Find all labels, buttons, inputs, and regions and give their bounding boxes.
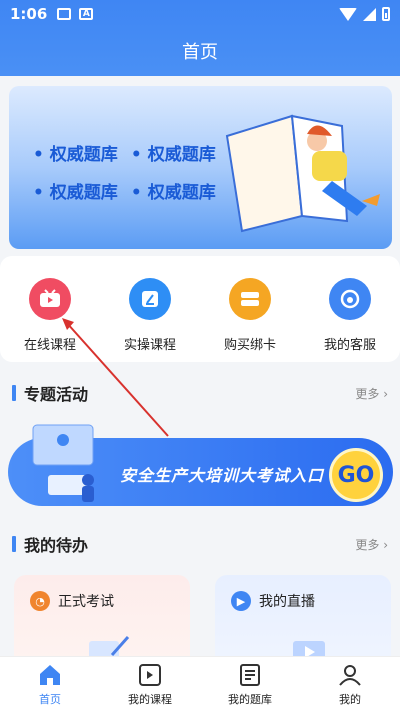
video-icon: ▶ <box>231 591 251 611</box>
nav-my-courses[interactable]: 我的课程 <box>100 657 200 711</box>
nav-home[interactable]: 首页 <box>0 657 100 711</box>
headset-icon <box>329 278 371 320</box>
promo-banner[interactable]: • 权威题库 • 权威题库 • 权威题库 • 权威题库 <box>9 86 392 249</box>
more-link[interactable]: 更多 › <box>355 385 388 402</box>
status-bar: 1:06 A <box>0 0 400 28</box>
signal-icon <box>363 7 376 21</box>
section-special: 专题活动 更多 › <box>0 376 400 410</box>
quick-buy-card[interactable]: 购买绑卡 <box>200 256 300 362</box>
section-todo: 我的待办 更多 › <box>0 527 400 561</box>
reading-person-illustration <box>225 114 380 233</box>
quick-label: 购买绑卡 <box>223 338 276 353</box>
nav-label: 我的题库 <box>228 693 272 706</box>
section-title: 我的待办 <box>24 536 89 555</box>
todo-label: 我的直播 <box>259 594 315 610</box>
wifi-icon <box>339 7 357 21</box>
stopwatch-icon: ◔ <box>30 591 50 611</box>
question-bank-icon <box>240 664 260 686</box>
more-label: 更多 <box>355 537 380 552</box>
pen-book-icon <box>129 278 171 320</box>
top-header: 1:06 A 首页 <box>0 0 400 76</box>
banner-label: • 权威题库 <box>130 145 216 165</box>
nav-me[interactable]: 我的 <box>300 657 400 711</box>
bottom-nav: 首页 我的课程 我的题库 我的 <box>0 656 400 711</box>
nav-question-bank[interactable]: 我的题库 <box>200 657 300 711</box>
banner-label: • 权威题库 <box>33 183 118 203</box>
go-button[interactable]: GO <box>329 448 383 502</box>
nav-label: 我的 <box>339 693 361 706</box>
quick-customer-service[interactable]: 我的客服 <box>300 256 400 362</box>
banner-label: • 权威题库 <box>33 145 118 165</box>
tv-icon <box>29 278 71 320</box>
section-title: 专题活动 <box>24 385 89 404</box>
exam-entry-banner[interactable]: 安全生产大培训大考试入口 GO <box>8 420 393 510</box>
more-label: 更多 <box>355 386 380 401</box>
image-notification-icon <box>57 8 72 20</box>
online-exam-illustration <box>32 424 94 502</box>
quick-label: 实操课程 <box>123 338 176 353</box>
quick-actions: 在线课程 实操课程 购买绑卡 我的客服 <box>0 256 400 362</box>
todo-label: 正式考试 <box>58 594 114 610</box>
battery-icon <box>382 7 390 21</box>
play-book-icon <box>139 664 161 686</box>
more-link[interactable]: 更多 › <box>355 536 388 553</box>
quick-label: 在线课程 <box>23 338 76 353</box>
nav-label: 首页 <box>39 693 61 706</box>
status-time: 1:06 <box>10 5 48 23</box>
a-notification-icon: A <box>79 8 94 20</box>
page-title: 首页 <box>182 42 218 63</box>
quick-online-course[interactable]: 在线课程 <box>0 256 100 362</box>
user-icon <box>339 665 361 686</box>
quick-label: 我的客服 <box>323 338 376 353</box>
home-icon <box>40 665 60 685</box>
quick-practical-course[interactable]: 实操课程 <box>100 256 200 362</box>
banner-label: • 权威题库 <box>130 183 216 203</box>
nav-label: 我的课程 <box>128 693 172 706</box>
card-stack-icon <box>229 278 271 320</box>
exam-entry-text: 安全生产大培训大考试入口 <box>120 466 325 485</box>
